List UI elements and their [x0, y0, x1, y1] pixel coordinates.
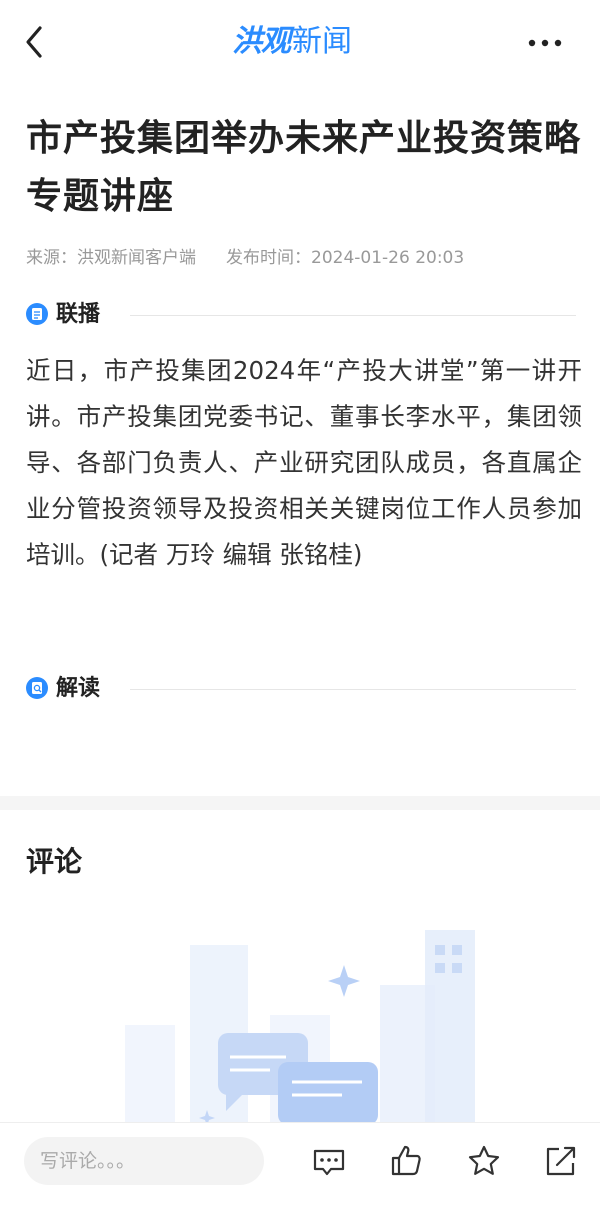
comment-icon — [313, 1149, 345, 1176]
empty-comments-illustration — [125, 930, 475, 1125]
section-header-interpret: 解读 — [26, 674, 576, 704]
article-body: 近日，市产投集团2024年“产投大讲堂”第一讲开讲。市产投集团党委书记、董事长李… — [26, 356, 582, 569]
chevron-left-icon — [26, 26, 42, 58]
app-logo: 洪观新闻 — [232, 22, 352, 62]
article-title: 市产投集团举办未来产业投资策略专题讲座 — [26, 118, 582, 217]
article-source: 来源：洪观新闻客户端 — [26, 248, 196, 268]
interpret-icon — [26, 677, 48, 699]
publish-time: 发布时间：2024-01-26 20:03 — [226, 248, 465, 268]
article-meta: 来源：洪观新闻客户端 发布时间：2024-01-26 20:03 — [26, 246, 464, 270]
comment-input[interactable] — [24, 1137, 264, 1185]
document-icon — [26, 303, 48, 325]
section-header-broadcast: 联播 — [26, 300, 576, 330]
like-icon — [391, 1145, 421, 1176]
top-bar: 洪观新闻 — [0, 0, 600, 88]
section-separator — [0, 796, 600, 810]
bottom-action-bar — [0, 1122, 600, 1214]
comments-title: 评论 — [26, 845, 83, 878]
more-button[interactable] — [522, 22, 568, 62]
favorite-button[interactable] — [466, 1143, 502, 1179]
share-icon — [546, 1146, 576, 1176]
more-dots-icon — [528, 39, 562, 47]
share-button[interactable] — [543, 1143, 579, 1179]
logo-part-2: 新闻 — [292, 24, 352, 59]
section-divider — [130, 689, 576, 690]
section-label-interpret: 解读 — [56, 676, 101, 701]
section-label-broadcast: 联播 — [56, 302, 101, 327]
comment-button[interactable] — [311, 1143, 347, 1179]
star-icon — [468, 1145, 500, 1175]
back-button[interactable] — [18, 22, 52, 62]
like-button[interactable] — [388, 1143, 424, 1179]
section-divider — [130, 315, 576, 316]
logo-part-1: 洪观 — [232, 24, 291, 59]
